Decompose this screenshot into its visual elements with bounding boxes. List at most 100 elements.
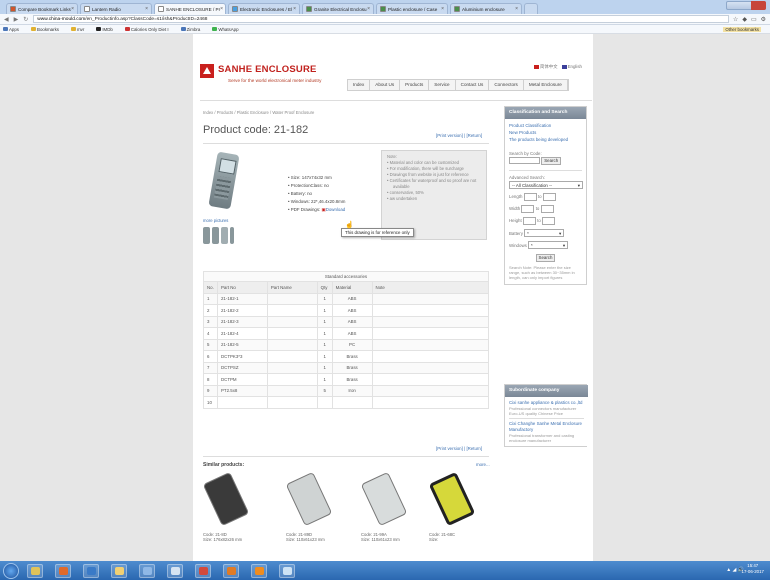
product-classification-link[interactable]: Product Classification xyxy=(509,122,582,129)
code-search-input[interactable] xyxy=(509,157,540,165)
tab-close-icon[interactable]: × xyxy=(441,6,444,12)
menu-item[interactable]: Connectors xyxy=(489,80,524,90)
print-version-link[interactable]: [Print version] xyxy=(436,133,463,138)
similar-product[interactable]: Code: 21-8D Size: 176x82x26 mm xyxy=(202,471,263,543)
similar-product-image[interactable] xyxy=(428,471,476,527)
advanced-search-button[interactable]: Search xyxy=(535,253,556,262)
browser-tab[interactable]: Granite Electrical Enclosu × xyxy=(302,3,374,14)
tab-close-icon[interactable]: × xyxy=(293,6,296,12)
similar-product-image[interactable] xyxy=(360,471,408,527)
start-button[interactable] xyxy=(3,562,19,579)
bookmark-item[interactable]: IMDb xyxy=(96,27,119,32)
bookmark-item[interactable]: WhatsApp xyxy=(212,27,244,32)
chrome-taskbar-icon[interactable] xyxy=(195,563,211,578)
vlc-taskbar-icon[interactable] xyxy=(251,563,267,578)
length-min-input[interactable] xyxy=(523,193,537,202)
developing-products-link[interactable]: The products being developed xyxy=(509,136,582,143)
extension-icon[interactable]: ◆ xyxy=(742,16,747,23)
thumbnail[interactable] xyxy=(212,227,219,244)
return-link[interactable]: [Return] xyxy=(466,133,482,138)
bookmark-star-icon[interactable]: ☆ xyxy=(733,16,738,23)
network-taskbar-icon[interactable] xyxy=(139,563,155,578)
thumbnail[interactable] xyxy=(230,227,234,244)
new-tab-button[interactable] xyxy=(524,3,538,14)
browser-tab[interactable]: Electronic Enclosures / El × xyxy=(228,3,300,14)
length-max-input[interactable] xyxy=(542,193,556,202)
browser-tab[interactable]: Compare Bookmark Links × xyxy=(6,3,78,14)
battery-select[interactable]: * xyxy=(524,229,565,238)
tab-close-icon[interactable]: × xyxy=(367,6,370,12)
thumbnail[interactable] xyxy=(203,227,210,244)
lang-english[interactable]: English xyxy=(561,64,582,70)
more-pictures-link[interactable]: more pictures xyxy=(203,218,228,223)
table-cell xyxy=(266,361,318,374)
download-link[interactable]: Download xyxy=(326,207,346,212)
company-link[interactable]: Cixi Changhe Sanhe Metal Enclosure Manuf… xyxy=(509,421,584,432)
similar-product[interactable]: Code: 21-89D Size: 110x61x23 mm xyxy=(285,471,346,543)
search-hint: Search Note: Please enter the size range… xyxy=(509,264,575,281)
tab-close-icon[interactable]: × xyxy=(145,6,148,12)
snipping-taskbar-icon[interactable] xyxy=(279,563,295,578)
similar-product-image[interactable] xyxy=(285,471,333,527)
office-taskbar-icon[interactable] xyxy=(83,563,99,578)
windows-explorer-taskbar-icon[interactable] xyxy=(27,563,43,578)
bookmark-item[interactable]: Bookmarks xyxy=(31,27,65,32)
back-icon[interactable]: ◀ xyxy=(4,16,9,23)
bookmark-item[interactable]: Apps xyxy=(3,27,25,32)
table-cell: 21-182-4 xyxy=(216,327,268,340)
company-link[interactable]: Cixi sanhe appliance & plastics co.,ltd xyxy=(509,400,584,406)
similar-product-image[interactable] xyxy=(202,471,250,527)
browser-tab[interactable]: Lantern Radio × xyxy=(80,3,152,14)
bookmark-label: WhatsApp xyxy=(218,26,239,32)
media-player-taskbar-icon[interactable] xyxy=(55,563,71,578)
print-version-link[interactable]: [Print version] xyxy=(436,446,463,451)
firefox-taskbar-icon[interactable] xyxy=(223,563,239,578)
bookmark-item[interactable]: mvr xyxy=(70,27,90,32)
folder-taskbar-icon[interactable] xyxy=(111,563,127,578)
subordinate-company-panel: Subordinate company Cixi sanhe appliance… xyxy=(504,384,588,448)
bookmark-item[interactable]: Zimbra xyxy=(180,27,207,32)
table-cell: 2 xyxy=(203,304,218,317)
bookmark-item[interactable]: Calories Only Diet I xyxy=(124,27,175,32)
browser-tab[interactable]: Plastic enclosure / Case × xyxy=(376,3,448,14)
thumbnail[interactable] xyxy=(221,227,228,244)
similar-more-link[interactable]: more... xyxy=(476,462,490,467)
tab-close-icon[interactable]: × xyxy=(71,6,74,12)
close-window-button[interactable] xyxy=(751,1,766,10)
menu-item[interactable]: Service xyxy=(429,80,456,90)
browser-tab[interactable]: SANHE ENCLOSURE / Pr × xyxy=(154,3,226,14)
width-min-input[interactable] xyxy=(521,205,535,214)
paint-taskbar-icon[interactable] xyxy=(167,563,183,578)
classification-select[interactable]: -- All Classification -- xyxy=(509,181,583,190)
new-products-link[interactable]: New Products xyxy=(509,129,582,136)
similar-product[interactable]: Code: 21-68C Size: xyxy=(428,471,489,543)
tab-close-icon[interactable]: × xyxy=(515,6,518,12)
logo-icon[interactable] xyxy=(200,64,214,78)
print-return-links: [Print version] | [Return] xyxy=(436,133,483,138)
windows-select[interactable]: * xyxy=(528,241,569,250)
menu-icon[interactable]: ⚙ xyxy=(761,16,766,23)
other-bookmarks[interactable]: Other bookmarks xyxy=(723,26,761,32)
forward-icon[interactable]: ▶ xyxy=(14,16,19,23)
menu-item[interactable]: Index xyxy=(348,80,371,90)
cast-icon[interactable]: ▭ xyxy=(751,16,757,23)
menu-item[interactable]: Metal Enclosure xyxy=(524,80,568,90)
similar-product[interactable]: Code: 21-99A Size: 110x61x23 mm xyxy=(360,471,421,543)
reload-icon[interactable]: ↻ xyxy=(23,16,28,23)
width-max-input[interactable] xyxy=(540,205,554,214)
height-max-input[interactable] xyxy=(542,217,556,226)
height-min-input[interactable] xyxy=(522,217,536,226)
return-link[interactable]: [Return] xyxy=(466,446,482,451)
clock[interactable]: 15:47 17-06-2017 xyxy=(742,563,764,575)
url-field[interactable]: www.china-mould.com/en_Productinfo.asp?C… xyxy=(33,15,729,23)
code-search-button[interactable]: Search xyxy=(541,156,562,165)
menu-item[interactable]: About Us xyxy=(370,80,401,90)
lang-chinese[interactable]: 简体中文 xyxy=(534,64,558,70)
menu-item[interactable]: Products xyxy=(400,80,430,90)
browser-tab[interactable]: Aluminium enclosure × xyxy=(450,3,522,14)
table-row: 5 21-182-5 1 PC xyxy=(203,338,490,351)
brand-name[interactable]: SANHE ENCLOSURE xyxy=(218,64,317,75)
menu-item[interactable]: Contact Us xyxy=(456,80,490,90)
tab-close-icon[interactable]: × xyxy=(220,6,223,12)
window-controls[interactable] xyxy=(726,1,766,10)
